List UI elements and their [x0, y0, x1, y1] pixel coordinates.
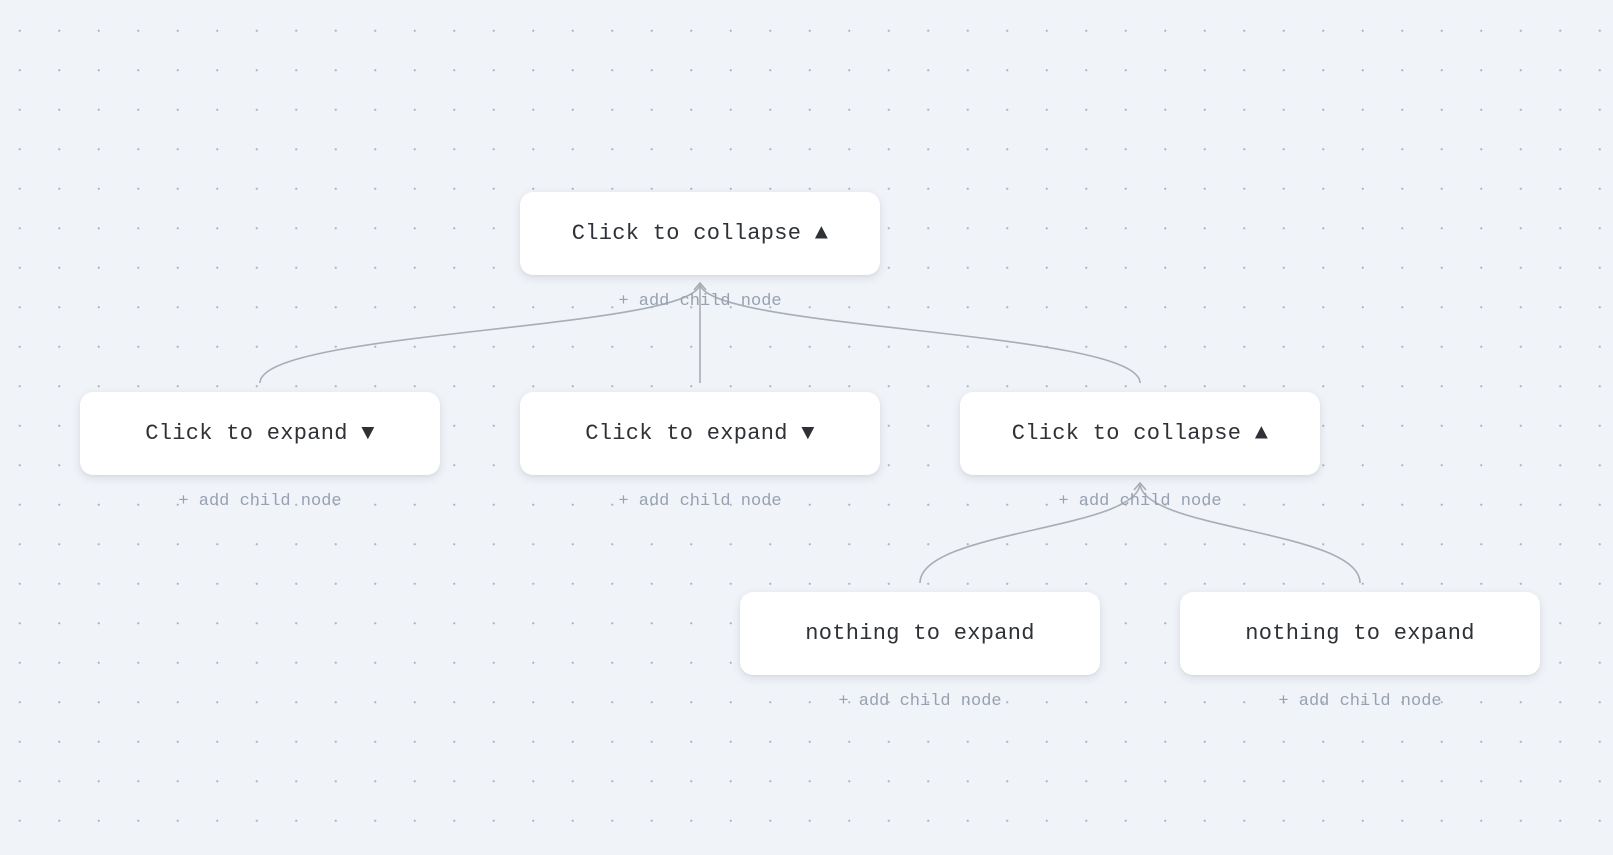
node-child-3-label: Click to collapse ▲: [1011, 421, 1269, 446]
node-child-1-label: Click to expand ▼: [145, 421, 375, 446]
node-grandchild-1-label: nothing to expand: [805, 621, 1035, 646]
arrowhead-root: [693, 281, 707, 291]
add-child-node-button-grandchild-2[interactable]: + add child node: [1180, 692, 1540, 711]
add-child-node-button-child-2[interactable]: + add child node: [520, 492, 880, 511]
node-grandchild-2-label: nothing to expand: [1245, 621, 1475, 646]
node-child-1-toggle[interactable]: Click to expand ▼: [80, 392, 440, 475]
add-child-node-button-root[interactable]: + add child node: [520, 292, 880, 311]
add-child-node-button-child-1[interactable]: + add child node: [80, 492, 440, 511]
node-grandchild-2[interactable]: nothing to expand: [1180, 592, 1540, 675]
node-child-3-toggle[interactable]: Click to collapse ▲: [960, 392, 1320, 475]
node-child-2-label: Click to expand ▼: [585, 421, 815, 446]
tree-canvas: Click to collapse ▲ + add child node Cli…: [0, 0, 1613, 855]
add-child-node-button-grandchild-1[interactable]: + add child node: [740, 692, 1100, 711]
node-grandchild-1[interactable]: nothing to expand: [740, 592, 1100, 675]
node-child-2-toggle[interactable]: Click to expand ▼: [520, 392, 880, 475]
add-child-node-button-child-3[interactable]: + add child node: [960, 492, 1320, 511]
arrowhead-child-3: [1133, 481, 1147, 491]
node-root-label: Click to collapse ▲: [571, 221, 829, 246]
node-root-toggle[interactable]: Click to collapse ▲: [520, 192, 880, 275]
